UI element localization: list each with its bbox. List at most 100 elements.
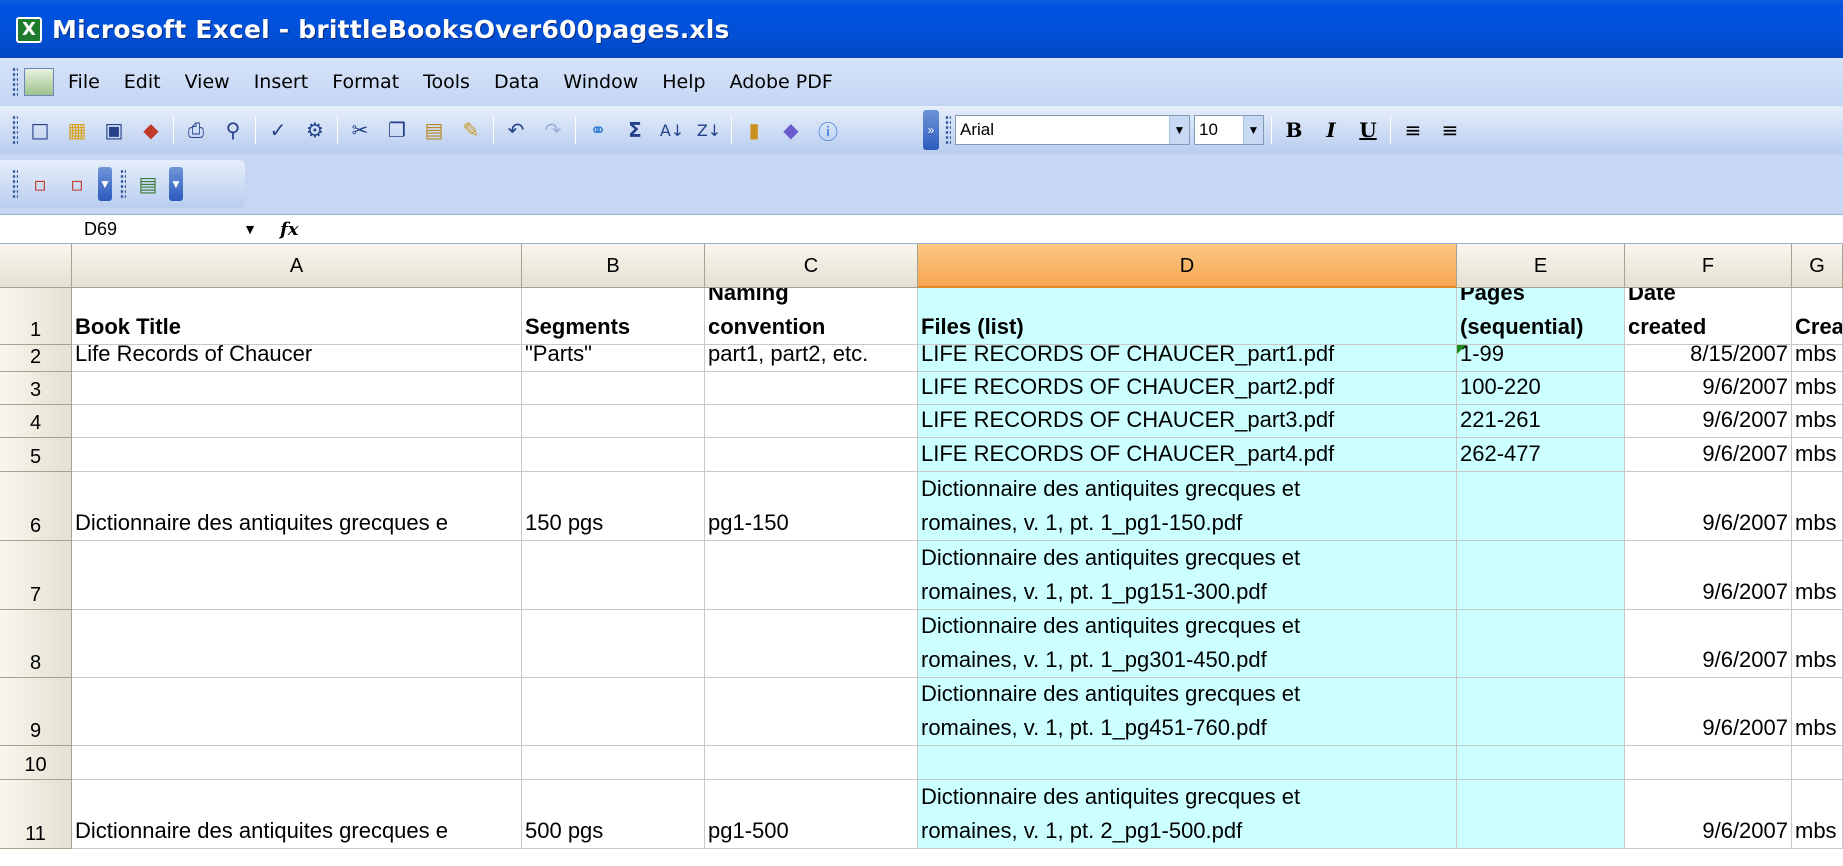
research-icon[interactable]: ⚙ <box>300 115 330 145</box>
cell-d6[interactable]: Dictionnaire des antiquites grecques et r… <box>918 472 1457 541</box>
cell-a5[interactable] <box>72 438 522 472</box>
copy-icon[interactable]: ❐ <box>382 115 412 145</box>
cell-c3[interactable] <box>705 372 918 405</box>
cell-a7[interactable] <box>72 541 522 610</box>
italic-button[interactable]: I <box>1316 115 1346 145</box>
cell-g7[interactable]: mbs <box>1792 541 1843 610</box>
hyperlink-icon[interactable]: ⚭ <box>583 115 613 145</box>
menu-tools[interactable]: Tools <box>423 71 470 93</box>
print-preview-icon[interactable]: ⚲ <box>218 115 248 145</box>
row-header-1[interactable]: 1 <box>0 288 72 345</box>
convert-to-pdf-icon[interactable]: ▫ <box>25 169 55 199</box>
cell-a9[interactable] <box>72 678 522 746</box>
underline-button[interactable]: U <box>1353 115 1383 145</box>
permission-icon[interactable]: ◆ <box>136 115 166 145</box>
print-icon[interactable]: ⎙ <box>181 115 211 145</box>
row-header-5[interactable]: 5 <box>0 438 72 472</box>
cell-d5[interactable]: LIFE RECORDS OF CHAUCER_part4.pdf <box>918 438 1457 472</box>
cell-f7[interactable]: 9/6/2007 <box>1625 541 1792 610</box>
toolbar-grip-pdf[interactable] <box>12 169 18 199</box>
cell-a10[interactable] <box>72 746 522 780</box>
column-header-b[interactable]: B <box>522 244 705 288</box>
row-header-7[interactable]: 7 <box>0 541 72 610</box>
paste-icon[interactable]: ▤ <box>419 115 449 145</box>
cell-c6[interactable]: pg1-150 <box>705 472 918 541</box>
row-header-11[interactable]: 11 <box>0 780 72 849</box>
insert-function-icon[interactable]: fx <box>280 219 310 240</box>
spelling-icon[interactable]: ✓ <box>263 115 293 145</box>
column-header-c[interactable]: C <box>705 244 918 288</box>
sort-ascending-icon[interactable]: A↓ <box>657 115 687 145</box>
row-header-2[interactable]: 2 <box>0 345 72 372</box>
row-header-10[interactable]: 10 <box>0 746 72 780</box>
cell-d11[interactable]: Dictionnaire des antiquites grecques et r… <box>918 780 1457 849</box>
header-cell-d[interactable]: Files (list) <box>918 288 1457 345</box>
cell-g11[interactable]: mbs <box>1792 780 1843 849</box>
menu-adobe-pdf[interactable]: Adobe PDF <box>730 71 833 93</box>
cell-c4[interactable] <box>705 405 918 438</box>
cell-e3[interactable]: 100-220 <box>1457 372 1625 405</box>
cell-b8[interactable] <box>522 610 705 678</box>
cell-c11[interactable]: pg1-500 <box>705 780 918 849</box>
cell-c8[interactable] <box>705 610 918 678</box>
cell-e8[interactable] <box>1457 610 1625 678</box>
cell-e5[interactable]: 262-477 <box>1457 438 1625 472</box>
header-cell-c[interactable]: Naming convention <box>705 288 918 345</box>
menu-window[interactable]: Window <box>563 71 638 93</box>
font-name-select[interactable]: Arial ▼ <box>955 115 1190 145</box>
cell-b2[interactable]: "Parts" <box>522 345 705 372</box>
menu-help[interactable]: Help <box>662 71 705 93</box>
formula-input[interactable] <box>310 215 1843 243</box>
cell-g8[interactable]: mbs <box>1792 610 1843 678</box>
format-painter-icon[interactable]: ✎ <box>456 115 486 145</box>
pdf-toolbar-options[interactable]: ▼ <box>98 167 112 201</box>
cell-c5[interactable] <box>705 438 918 472</box>
name-box[interactable]: D69 <box>0 215 220 243</box>
cell-d2[interactable]: LIFE RECORDS OF CHAUCER_part1.pdf <box>918 345 1457 372</box>
cell-g2[interactable]: mbs <box>1792 345 1843 372</box>
menu-data[interactable]: Data <box>494 71 539 93</box>
toolbar-grip-review[interactable] <box>120 169 126 199</box>
cell-a11[interactable]: Dictionnaire des antiquites grecques e <box>72 780 522 849</box>
cell-d9[interactable]: Dictionnaire des antiquites grecques et r… <box>918 678 1457 746</box>
cell-a6[interactable]: Dictionnaire des antiquites grecques e <box>72 472 522 541</box>
cell-g6[interactable]: mbs <box>1792 472 1843 541</box>
cell-e7[interactable] <box>1457 541 1625 610</box>
cell-g3[interactable]: mbs <box>1792 372 1843 405</box>
row-header-6[interactable]: 6 <box>0 472 72 541</box>
select-all-corner[interactable] <box>0 244 72 288</box>
cell-c2[interactable]: part1, part2, etc. <box>705 345 918 372</box>
menu-insert[interactable]: Insert <box>254 71 309 93</box>
cell-f11[interactable]: 9/6/2007 <box>1625 780 1792 849</box>
drawing-icon[interactable]: ◆ <box>776 115 806 145</box>
cell-a8[interactable] <box>72 610 522 678</box>
row-header-9[interactable]: 9 <box>0 678 72 746</box>
chart-wizard-icon[interactable]: ▮ <box>739 115 769 145</box>
column-header-e[interactable]: E <box>1457 244 1625 288</box>
cell-a3[interactable] <box>72 372 522 405</box>
cell-f4[interactable]: 9/6/2007 <box>1625 405 1792 438</box>
cell-b3[interactable] <box>522 372 705 405</box>
cell-e9[interactable] <box>1457 678 1625 746</box>
font-size-select[interactable]: 10 ▼ <box>1194 115 1264 145</box>
cell-b4[interactable] <box>522 405 705 438</box>
header-cell-g[interactable]: Creat <box>1792 288 1843 345</box>
menu-edit[interactable]: Edit <box>124 71 161 93</box>
cell-e4[interactable]: 221-261 <box>1457 405 1625 438</box>
menu-format[interactable]: Format <box>332 71 399 93</box>
cell-e10[interactable] <box>1457 746 1625 780</box>
column-header-d[interactable]: D <box>918 244 1457 288</box>
cell-f9[interactable]: 9/6/2007 <box>1625 678 1792 746</box>
row-header-4[interactable]: 4 <box>0 405 72 438</box>
cell-e2[interactable]: 1-99 <box>1457 345 1625 372</box>
cell-b9[interactable] <box>522 678 705 746</box>
header-cell-e[interactable]: Pages (sequential) <box>1457 288 1625 345</box>
cell-c7[interactable] <box>705 541 918 610</box>
menu-view[interactable]: View <box>185 71 230 93</box>
save-icon[interactable]: ▣ <box>99 115 129 145</box>
cell-b11[interactable]: 500 pgs <box>522 780 705 849</box>
cell-c10[interactable] <box>705 746 918 780</box>
column-header-a[interactable]: A <box>72 244 522 288</box>
menu-file[interactable]: File <box>68 71 100 93</box>
workbook-icon[interactable] <box>24 68 54 96</box>
